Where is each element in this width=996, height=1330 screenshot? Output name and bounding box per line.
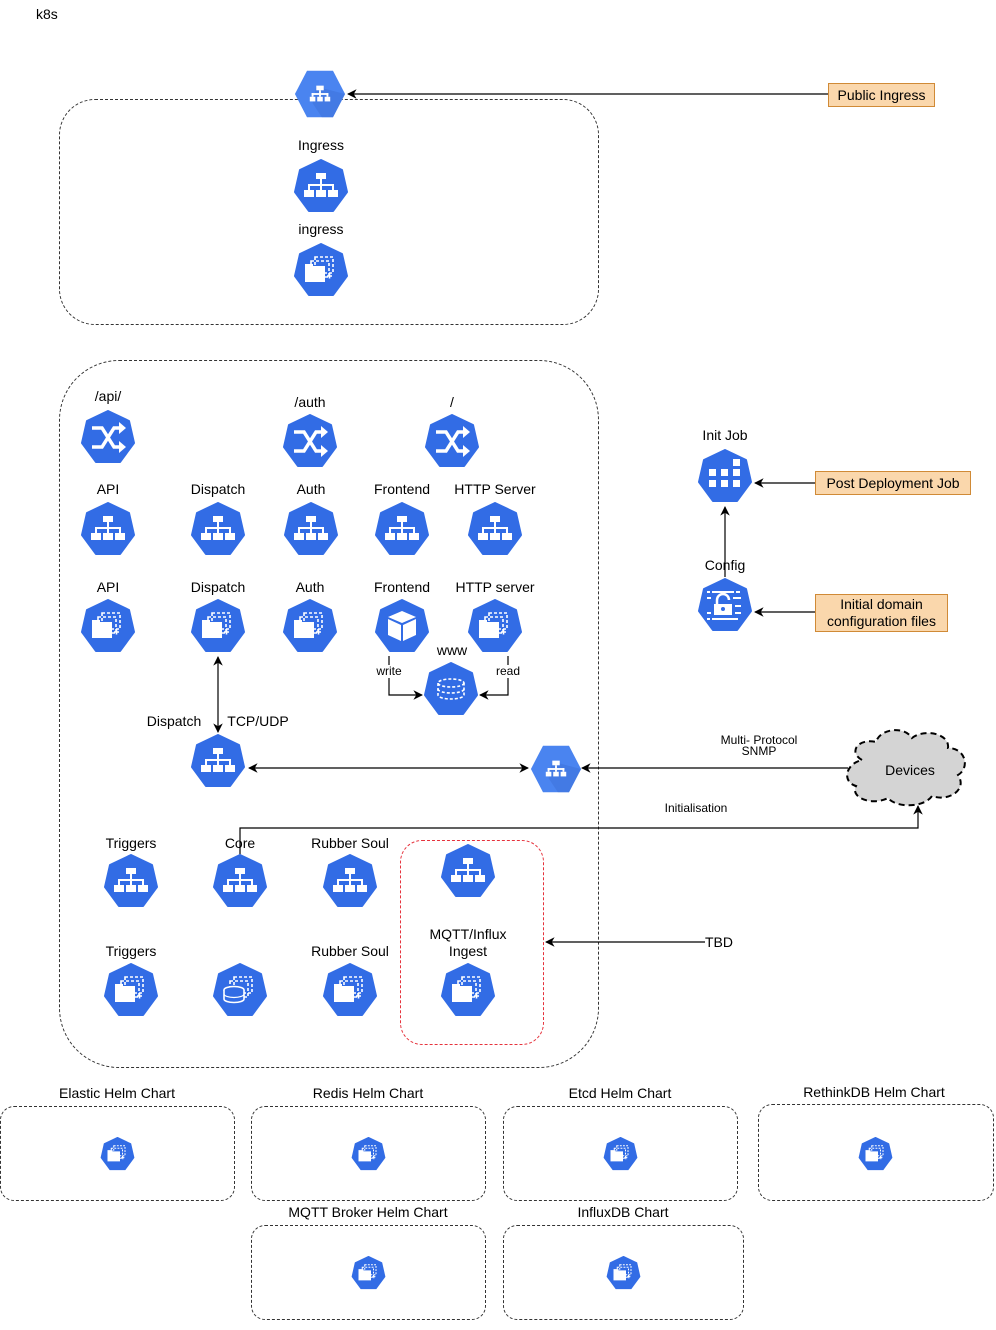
deployment-icon <box>322 963 378 1019</box>
deployment-icon <box>282 599 338 655</box>
deployment-icon <box>80 599 136 655</box>
initialisation-label: Initialisation <box>664 801 728 815</box>
helm-chart-label: Redis Helm Chart <box>312 1085 424 1101</box>
service-label: Triggers <box>105 835 157 851</box>
service-icon <box>322 854 378 910</box>
config-label: Config <box>704 557 746 573</box>
deployment-icon <box>603 1137 638 1172</box>
job-icon <box>697 449 753 505</box>
deployment-icon <box>606 1256 641 1291</box>
deployment-label: Frontend <box>373 579 431 595</box>
service-label: API <box>96 481 120 497</box>
service-label: Frontend <box>373 481 431 497</box>
deployment-icon <box>100 1137 135 1172</box>
init-job-label: Init Job <box>702 427 748 443</box>
deployment-icon <box>351 1137 386 1172</box>
helm-chart-label: RethinkDB Helm Chart <box>803 1084 945 1100</box>
statefulset-icon <box>212 963 268 1019</box>
service-label: Rubber Soul <box>311 835 389 851</box>
read-label: read <box>494 664 522 678</box>
helm-chart-label: MQTT Broker Helm Chart <box>288 1204 448 1220</box>
deployment-icon <box>293 243 349 299</box>
ingress-route-icon <box>424 414 480 470</box>
deployment-icon <box>858 1137 893 1172</box>
service-icon <box>283 502 339 558</box>
tbd-label: TBD <box>705 934 733 950</box>
devices-label: Devices <box>885 762 935 778</box>
deployment-label: Triggers <box>105 943 157 959</box>
gcp-load-balancer-icon <box>294 68 346 120</box>
deployment-icon <box>103 963 159 1019</box>
public-ingress-note: Public Ingress <box>828 83 935 107</box>
note-line: Initial domain <box>840 596 923 612</box>
dispatch-lb-label: Dispatch <box>146 713 202 729</box>
route-label: /api/ <box>94 388 122 404</box>
service-icon <box>103 854 159 910</box>
helm-chart-label: Elastic Helm Chart <box>59 1085 175 1101</box>
service-icon <box>440 844 496 900</box>
ingest-label: MQTT/Influx <box>429 926 507 942</box>
note-line: configuration files <box>827 613 936 629</box>
service-icon <box>467 502 523 558</box>
service-label: HTTP Server <box>454 481 536 497</box>
deployment-icon <box>467 599 523 655</box>
deployment-label: Auth <box>295 579 325 595</box>
ingress-route-icon <box>282 414 338 470</box>
snmp-label: SNMP <box>741 744 777 758</box>
service-icon <box>190 502 246 558</box>
deployment-label: Dispatch <box>190 579 246 595</box>
deployment-label: API <box>96 579 120 595</box>
service-label: Core <box>224 835 256 851</box>
persistent-volume-icon <box>423 662 479 718</box>
deployment-icon <box>190 599 246 655</box>
service-label: Dispatch <box>190 481 246 497</box>
deployment-icon <box>351 1256 386 1291</box>
service-label: Auth <box>296 481 326 497</box>
www-label: www <box>436 642 468 658</box>
service-icon <box>293 159 349 215</box>
service-icon <box>374 502 430 558</box>
deployment-label: Rubber Soul <box>311 943 389 959</box>
protocol-label: TCP/UDP <box>227 713 289 729</box>
ingress-service-label: Ingress <box>298 137 344 153</box>
helm-chart-label: Etcd Helm Chart <box>568 1085 672 1101</box>
ingest-label: Ingest <box>448 943 488 959</box>
route-label: /auth <box>294 394 326 410</box>
ingress-route-icon <box>80 410 136 466</box>
initial-config-files-note: Initial domain configuration files <box>815 594 948 632</box>
service-icon <box>190 734 246 790</box>
helm-chart-label: InfluxDB Chart <box>577 1204 669 1220</box>
route-label: / <box>450 394 454 410</box>
post-deployment-job-note: Post Deployment Job <box>815 471 971 495</box>
service-icon <box>212 854 268 910</box>
pod-icon <box>374 599 430 655</box>
deployment-icon <box>440 963 496 1019</box>
gcp-load-balancer-icon <box>530 743 582 795</box>
deployment-label: HTTP server <box>455 579 535 595</box>
secret-icon <box>697 578 753 634</box>
ingress-deploy-label: ingress <box>298 221 344 237</box>
write-label: write <box>375 664 403 678</box>
service-icon <box>80 502 136 558</box>
